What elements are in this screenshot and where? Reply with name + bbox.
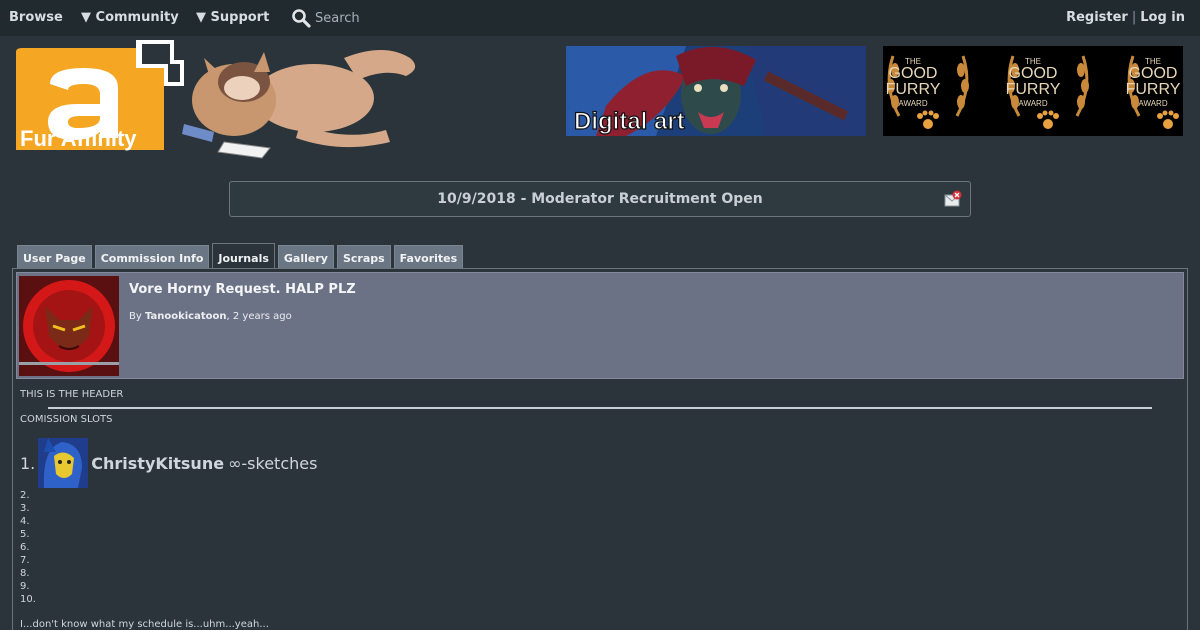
slot-number: 1. xyxy=(20,453,36,473)
logo-text: Fur Affinity xyxy=(20,126,137,151)
tab-scraps[interactable]: Scraps xyxy=(336,245,391,268)
digital-art-banner-image: Digital art xyxy=(566,46,866,136)
author-avatar[interactable] xyxy=(19,276,119,376)
award-furry: FURRY xyxy=(1126,81,1181,98)
award-furry: FURRY xyxy=(886,81,941,98)
tab-commission-info[interactable]: Commission Info xyxy=(94,245,210,268)
commission-label: COMISSION SLOTS xyxy=(20,414,113,425)
slot-note: ∞-sketches xyxy=(228,453,318,473)
journal-byline: By Tanookicatoon, 2 years ago xyxy=(129,311,292,322)
notice-text[interactable]: 10/9/2018 - Moderator Recruitment Open xyxy=(437,191,762,207)
award-good: GOOD xyxy=(1129,65,1178,82)
divider xyxy=(48,407,1152,409)
slot-number: 3. xyxy=(20,503,30,514)
slot-number: 9. xyxy=(20,581,30,592)
account-links: Register | Log in xyxy=(1066,10,1185,25)
slot-row-1: 1. ChristyKitsune ∞-sketches xyxy=(20,437,317,489)
journal-header-text: THIS IS THE HEADER xyxy=(20,389,124,400)
nav-search[interactable]: Search xyxy=(291,8,360,28)
fur-affinity-logo-image: Fur Affinity xyxy=(16,40,416,159)
tab-favorites[interactable]: Favorites xyxy=(393,245,464,268)
award-good: GOOD xyxy=(1009,65,1058,82)
author-avatar-image xyxy=(19,276,119,376)
award-good: GOOD xyxy=(889,65,938,82)
digital-art-banner[interactable]: Digital art xyxy=(566,46,866,136)
journal-title: Vore Horny Request. HALP PLZ xyxy=(129,282,356,297)
site-notice: 10/9/2018 - Moderator Recruitment Open xyxy=(229,181,971,217)
nav-support-menu[interactable]: ▼ Support xyxy=(196,10,269,25)
profile-tabs: User Page Commission Info Journals Galle… xyxy=(17,243,464,268)
good-furry-award-banner[interactable]: THE GOOD FURRY AWARD THE GOOD FURRY AWAR… xyxy=(883,46,1183,136)
digital-art-text: Digital art xyxy=(574,108,685,135)
slot-number: 4. xyxy=(20,516,30,527)
site-logo[interactable]: Fur Affinity xyxy=(14,38,424,160)
slot-number: 8. xyxy=(20,568,30,579)
nav-community-menu[interactable]: ▼ Community xyxy=(81,10,179,25)
slot-list: 2. 3. 4. 5. 6. 7. 8. 9. 10. xyxy=(20,489,36,606)
author-link[interactable]: Tanookicatoon xyxy=(145,311,227,322)
slot-number: 6. xyxy=(20,542,30,553)
journal-time: , 2 years ago xyxy=(226,311,292,322)
award-award: AWARD xyxy=(1138,99,1167,108)
slot-number: 5. xyxy=(20,529,30,540)
tab-journals[interactable]: Journals xyxy=(212,243,275,268)
journal-body-text: I...don't know what my schedule is...uhm… xyxy=(20,619,269,630)
award-award: AWARD xyxy=(1018,99,1047,108)
christy-avatar-image xyxy=(38,438,89,488)
tab-gallery[interactable]: Gallery xyxy=(277,245,334,268)
slot-number: 7. xyxy=(20,555,30,566)
journal-header: Vore Horny Request. HALP PLZ By Tanookic… xyxy=(16,272,1184,379)
tab-user-page[interactable]: User Page xyxy=(17,245,92,268)
nav-browse[interactable]: Browse xyxy=(9,10,63,25)
top-nav: Browse ▼ Community ▼ Support Search Regi… xyxy=(0,0,1200,36)
slot-number: 2. xyxy=(20,490,30,501)
award-award: AWARD xyxy=(898,99,927,108)
nav-separator: | xyxy=(1131,10,1137,25)
search-label: Search xyxy=(315,10,360,26)
award-furry: FURRY xyxy=(1006,81,1061,98)
login-link[interactable]: Log in xyxy=(1140,10,1185,25)
slot-number: 10. xyxy=(20,594,36,605)
slot-user-link[interactable]: ChristyKitsune xyxy=(91,454,224,473)
good-furry-award-image: THE GOOD FURRY AWARD THE GOOD FURRY AWAR… xyxy=(883,46,1183,136)
slot-user-avatar[interactable] xyxy=(38,438,89,488)
dismiss-notice-icon[interactable] xyxy=(944,190,962,208)
journal-panel: Vore Horny Request. HALP PLZ By Tanookic… xyxy=(12,268,1188,630)
register-link[interactable]: Register xyxy=(1066,10,1128,25)
search-icon xyxy=(292,9,311,28)
byline-prefix: By xyxy=(129,311,145,322)
